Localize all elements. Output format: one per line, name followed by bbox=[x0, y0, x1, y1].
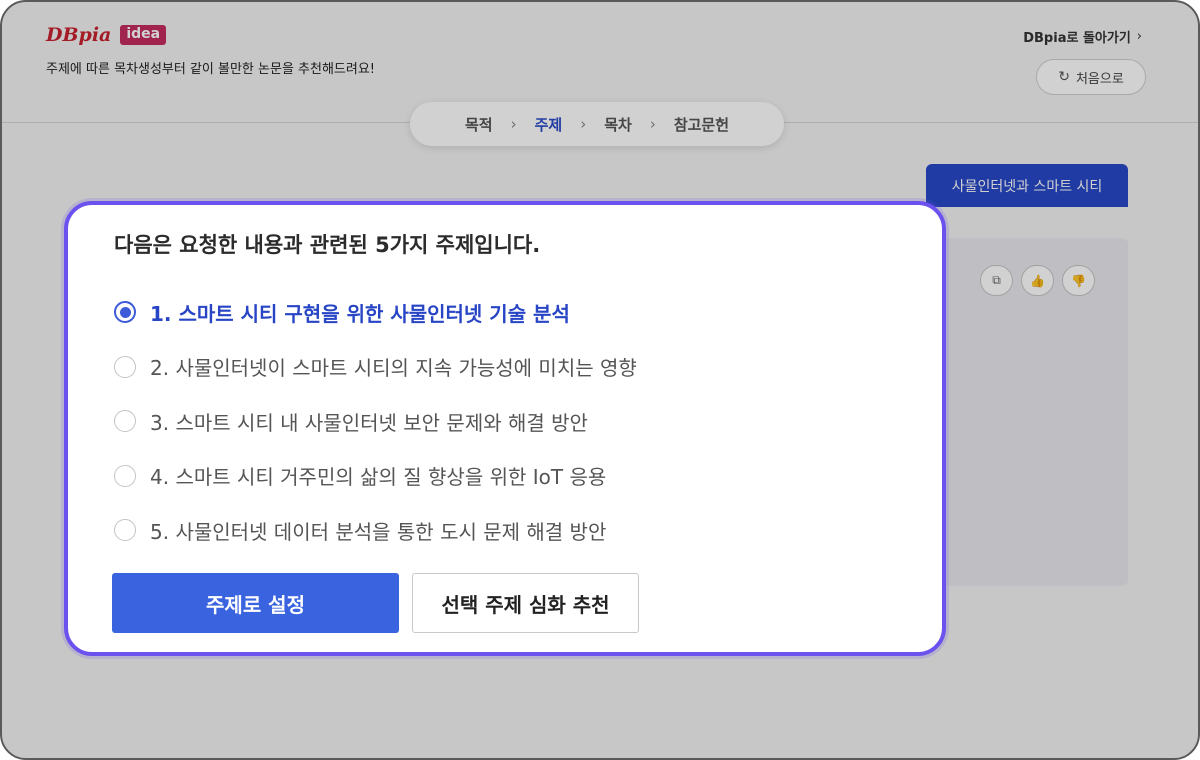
topic-option-3[interactable]: 3. 스마트 시티 내 사물인터넷 보안 문제와 해결 방안 bbox=[114, 394, 637, 449]
app-window: DBpia idea 주제에 따른 목차생성부터 같이 볼만한 논문을 추천해드… bbox=[0, 0, 1200, 760]
back-link-label: DBpia로 돌아가기 bbox=[1023, 31, 1131, 46]
topic-option-5[interactable]: 5. 사물인터넷 데이터 분석을 통한 도시 문제 해결 방안 bbox=[114, 503, 637, 558]
logo-badge: idea bbox=[120, 25, 167, 45]
step-separator-icon: › bbox=[510, 115, 517, 133]
topic-option-4[interactable]: 4. 스마트 시티 거주민의 삶의 질 향상을 위한 IoT 응용 bbox=[114, 449, 637, 504]
thumbs-up-icon[interactable]: 👍 bbox=[1021, 265, 1054, 296]
back-to-dbpia-link[interactable]: DBpia로 돌아가기 › bbox=[1023, 27, 1142, 46]
topic-option-label: 2. 사물인터넷이 스마트 시티의 지속 가능성에 미치는 영향 bbox=[150, 356, 637, 381]
copy-icon[interactable]: ⧉ bbox=[980, 265, 1013, 296]
logo[interactable]: DBpia idea bbox=[46, 24, 167, 46]
tagline: 주제에 따른 목차생성부터 같이 볼만한 논문을 추천해드려요! bbox=[46, 62, 376, 77]
refresh-icon: ↻ bbox=[1058, 69, 1070, 85]
topic-options-list: 1. 스마트 시티 구현을 위한 사물인터넷 기술 분석 2. 사물인터넷이 스… bbox=[114, 285, 637, 558]
topic-option-label: 1. 스마트 시티 구현을 위한 사물인터넷 기술 분석 bbox=[150, 301, 570, 326]
reset-button[interactable]: ↻ 처음으로 bbox=[1036, 59, 1146, 95]
radio-unchecked-icon[interactable] bbox=[114, 355, 136, 378]
radio-unchecked-icon[interactable] bbox=[114, 519, 136, 542]
topic-selection-modal: 다음은 요청한 내용과 관련된 5가지 주제입니다. 1. 스마트 시티 구현을… bbox=[64, 201, 946, 656]
user-message-chip: 사물인터넷과 스마트 시티 bbox=[926, 164, 1128, 207]
topic-option-label: 3. 스마트 시티 내 사물인터넷 보안 문제와 해결 방안 bbox=[150, 410, 588, 435]
radio-unchecked-icon[interactable] bbox=[114, 410, 136, 433]
chevron-right-icon: › bbox=[1136, 29, 1142, 44]
step-separator-icon: › bbox=[580, 115, 587, 133]
deep-recommend-button[interactable]: 선택 주제 심화 추천 bbox=[412, 573, 639, 633]
step-topic[interactable]: 주제 bbox=[535, 114, 563, 135]
radio-unchecked-icon[interactable] bbox=[114, 464, 136, 487]
modal-title: 다음은 요청한 내용과 관련된 5가지 주제입니다. bbox=[114, 233, 541, 257]
set-topic-button[interactable]: 주제로 설정 bbox=[112, 573, 399, 633]
reaction-buttons: ⧉ 👍 👎 bbox=[980, 265, 1095, 296]
step-navigator: 목적 › 주제 › 목차 › 참고문헌 bbox=[410, 102, 784, 146]
logo-wordmark: DBpia bbox=[46, 24, 112, 46]
step-purpose[interactable]: 목적 bbox=[465, 114, 493, 135]
topic-option-label: 5. 사물인터넷 데이터 분석을 통한 도시 문제 해결 방안 bbox=[150, 519, 607, 544]
topic-option-1[interactable]: 1. 스마트 시티 구현을 위한 사물인터넷 기술 분석 bbox=[114, 285, 637, 340]
topic-option-label: 4. 스마트 시티 거주민의 삶의 질 향상을 위한 IoT 응용 bbox=[150, 465, 607, 490]
reset-button-label: 처음으로 bbox=[1075, 71, 1124, 87]
step-separator-icon: › bbox=[649, 115, 656, 133]
thumbs-down-icon[interactable]: 👎 bbox=[1062, 265, 1095, 296]
radio-checked-icon[interactable] bbox=[114, 301, 136, 324]
step-references[interactable]: 참고문헌 bbox=[674, 114, 729, 135]
topic-option-2[interactable]: 2. 사물인터넷이 스마트 시티의 지속 가능성에 미치는 영향 bbox=[114, 340, 637, 395]
step-toc[interactable]: 목차 bbox=[604, 114, 632, 135]
